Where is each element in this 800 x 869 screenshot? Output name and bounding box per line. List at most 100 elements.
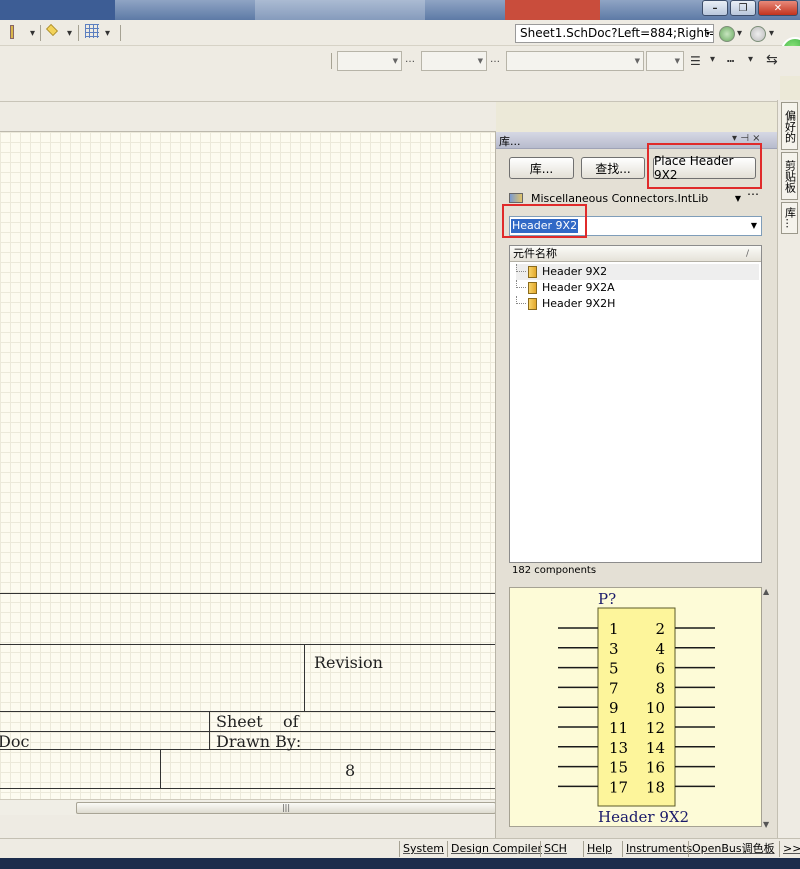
tab-favorites[interactable]: 偏好的 — [781, 102, 798, 150]
minimize-button[interactable]: – — [702, 0, 728, 16]
component-icon — [528, 298, 537, 310]
library-name: Miscellaneous Connectors.IntLib — [531, 191, 709, 205]
titleblock-sheet: Sheet of — [216, 712, 299, 731]
column-label: 元件名称 — [513, 247, 557, 260]
horizontal-scrollbar[interactable]: ||| — [0, 799, 496, 815]
list-item[interactable]: Header 9X2 — [516, 264, 759, 280]
address-text: Sheet1.SchDoc?Left=884;Right= — [520, 26, 714, 40]
pin-number-left: 5 — [609, 660, 619, 678]
pin-number-left: 7 — [609, 679, 619, 697]
status-tab-instruments[interactable]: Instruments — [622, 841, 695, 857]
line-style-icon[interactable]: ┅ — [727, 54, 734, 68]
component-list[interactable]: 元件名称 / Header 9X2 Header 9X2A Header 9X2… — [509, 245, 762, 563]
chevron-down-icon[interactable]: ▼ — [751, 221, 757, 230]
font-size-combo[interactable]: ▼ — [421, 51, 487, 71]
status-tab-openbus[interactable]: OpenBus调色板 — [688, 841, 778, 857]
status-tab-design-compiler[interactable]: Design Compiler — [447, 841, 545, 857]
align-icon[interactable]: ☰ — [690, 54, 701, 68]
toolbar-separator — [120, 25, 121, 41]
style-combo[interactable]: ▼ — [506, 51, 644, 71]
restore-button[interactable]: ❐ — [730, 0, 756, 16]
chevron-down-icon[interactable]: ▾ — [769, 28, 774, 39]
chevron-down-icon[interactable]: ▾ — [737, 28, 742, 39]
pin-number-left: 15 — [609, 759, 628, 777]
component-icon — [528, 266, 537, 278]
list-item[interactable]: Header 9X2H — [516, 296, 759, 312]
highlight-box — [647, 143, 762, 189]
grid-icon[interactable] — [85, 24, 99, 38]
chevron-down-icon[interactable]: ▾ — [710, 54, 715, 65]
pin-number-right: 2 — [655, 620, 665, 638]
forward-icon[interactable] — [750, 26, 766, 42]
status-bar: System Design Compiler SCH Help Instrume… — [0, 838, 800, 858]
list-item-label: Header 9X2A — [542, 281, 615, 294]
pin-number-right: 12 — [646, 719, 665, 737]
pin-number-right: 14 — [646, 739, 665, 757]
title-segment — [255, 0, 425, 20]
scrollbar-thumb[interactable]: ||| — [76, 802, 496, 814]
pin-number-right: 18 — [646, 778, 665, 796]
font-name-combo[interactable]: ▼ — [337, 51, 402, 71]
document-address-bar[interactable]: Sheet1.SchDoc?Left=884;Right= ▾ — [515, 24, 714, 43]
chevron-down-icon[interactable]: ▼ — [735, 194, 741, 203]
chevron-down-icon[interactable]: ▾ — [30, 28, 35, 39]
scroll-grip: ||| — [281, 803, 291, 812]
titleblock-line — [160, 749, 161, 789]
list-item-label: Header 9X2 — [542, 265, 608, 278]
back-icon[interactable] — [719, 26, 735, 42]
canvas-footer — [0, 815, 495, 838]
side-panel-tabs: 偏好的 剪贴板 库... — [777, 100, 800, 838]
title-segment — [0, 0, 115, 20]
pin-number-left: 11 — [609, 719, 628, 737]
sort-icon: / — [745, 249, 749, 259]
panel-title: 库... — [499, 135, 521, 148]
chevron-down-icon[interactable]: ▾ — [105, 28, 110, 39]
tree-line — [516, 280, 526, 288]
tab-libraries[interactable]: 库... — [781, 202, 798, 234]
title-segment — [505, 0, 600, 20]
tab-clipboard[interactable]: 剪贴板 — [781, 152, 798, 200]
library-panel: 库... ▾ ⊣ × 库... 查找... Place Header 9X2 M… — [495, 132, 778, 838]
component-count: 182 components — [512, 565, 597, 576]
titleblock-line — [304, 644, 305, 711]
preview-scrollbar[interactable]: ▲ ▼ — [763, 587, 775, 829]
tree-line — [516, 264, 526, 272]
component-preview: P? Header 9X2 1 2 3 4 5 6 7 8 9 10 11 12 13 14 15 16 17 18 — [509, 587, 762, 827]
toolbar-separator — [331, 53, 332, 69]
scroll-down-icon[interactable]: ▼ — [763, 820, 769, 829]
window-title-bar: – ❐ ✕ — [0, 0, 800, 20]
more-icon[interactable]: … — [490, 54, 500, 65]
symbol-preview: P?Header 9X21 23 45 67 89 1011 1213 1415 1617 18 — [558, 590, 715, 826]
close-button[interactable]: ✕ — [758, 0, 798, 16]
swap-icon[interactable]: ⇆ — [766, 52, 778, 68]
titleblock-line — [209, 711, 210, 749]
pin-number-left: 13 — [609, 739, 628, 757]
list-column-header[interactable]: 元件名称 / — [510, 246, 761, 262]
pin-number-right: 4 — [655, 640, 665, 658]
more-icon[interactable]: ⋯ — [747, 187, 759, 201]
pin-number-left: 3 — [609, 640, 619, 658]
chevron-down-icon[interactable]: ▾ — [706, 25, 710, 42]
scroll-up-icon[interactable]: ▲ — [763, 587, 769, 596]
status-tab-sch[interactable]: SCH — [540, 841, 570, 857]
status-tab-help[interactable]: Help — [583, 841, 615, 857]
chevron-down-icon[interactable]: ▾ — [67, 28, 72, 39]
port-tool-icon[interactable] — [45, 24, 59, 36]
zoom-combo[interactable]: ▼ — [646, 51, 684, 71]
wire-tool-icon[interactable] — [10, 25, 14, 39]
status-tab-system[interactable]: System — [399, 841, 447, 857]
list-item-label: Header 9X2H — [542, 297, 616, 310]
schematic-canvas[interactable]: Revision Sheet of Doc Drawn By: 8 — [0, 132, 495, 799]
chevron-down-icon[interactable]: ▾ — [748, 54, 753, 65]
pin-number-right: 16 — [646, 759, 665, 777]
designator-label: P? — [598, 590, 616, 608]
tree-line — [516, 296, 526, 304]
pin-number-left: 17 — [609, 778, 628, 796]
list-item[interactable]: Header 9X2A — [516, 280, 759, 296]
search-button[interactable]: 查找... — [581, 157, 645, 179]
libraries-button[interactable]: 库... — [509, 157, 574, 179]
status-tab-more[interactable]: >> — [779, 841, 800, 857]
toolbar-separator — [40, 25, 41, 41]
more-icon[interactable]: … — [405, 54, 415, 65]
comment-label: Header 9X2 — [598, 808, 689, 826]
